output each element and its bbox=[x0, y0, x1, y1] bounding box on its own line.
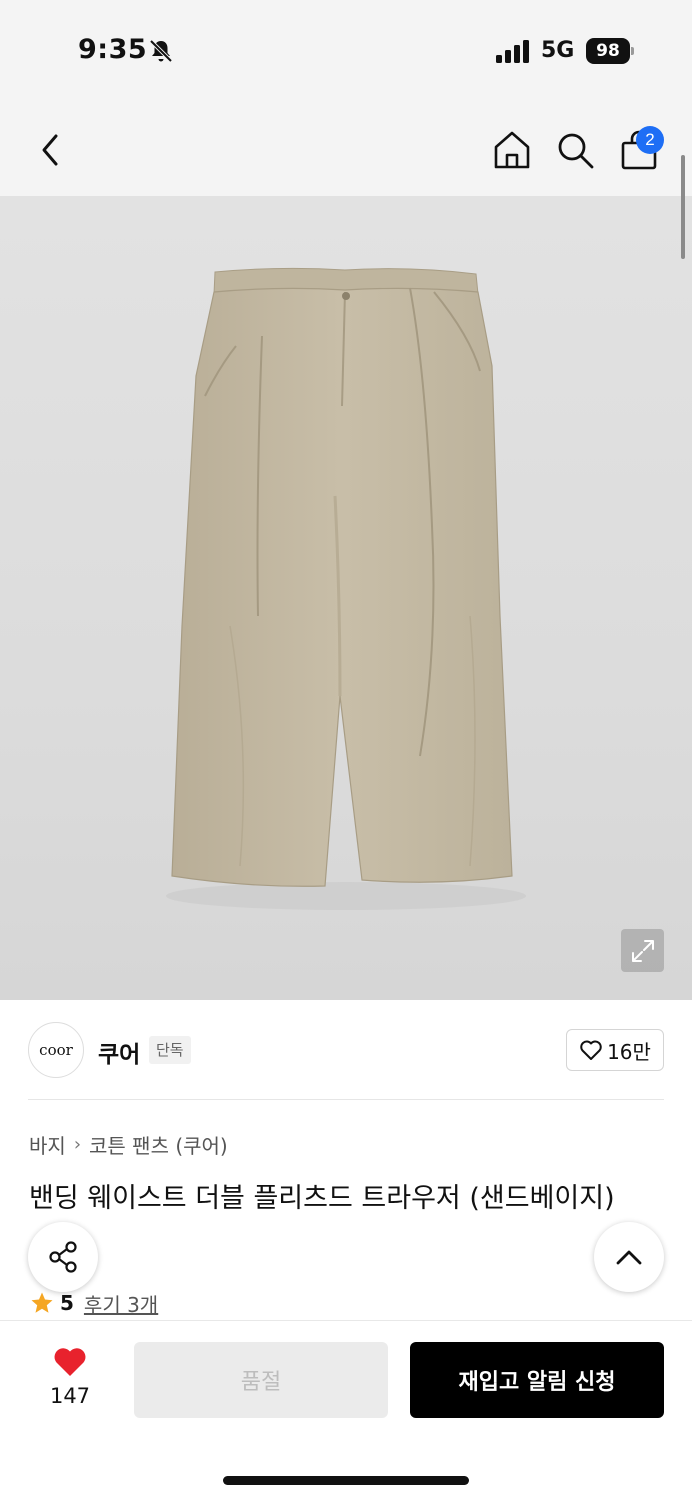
restock-alert-button[interactable]: 재입고 알림 신청 bbox=[410, 1342, 664, 1418]
brand-logo-text: coor bbox=[39, 1041, 73, 1059]
rating: 5 후기 3개 bbox=[30, 1289, 158, 1317]
search-button[interactable] bbox=[555, 128, 595, 172]
network-type: 5G bbox=[541, 38, 575, 63]
heart-outline-icon bbox=[580, 1040, 602, 1060]
rating-score: 5 bbox=[60, 1291, 74, 1315]
brand-like-button[interactable]: 16만 bbox=[566, 1029, 664, 1071]
battery-level: 98 bbox=[586, 38, 630, 64]
expand-image-button[interactable] bbox=[621, 929, 664, 972]
brand-name[interactable]: 쿠어 bbox=[98, 1035, 140, 1069]
search-icon bbox=[558, 133, 594, 169]
cart-count-badge: 2 bbox=[636, 126, 664, 154]
star-icon bbox=[31, 1292, 53, 1313]
breadcrumb-category[interactable]: 바지 bbox=[29, 1130, 66, 1159]
home-indicator[interactable] bbox=[223, 1476, 469, 1485]
scroll-to-top-button[interactable] bbox=[594, 1222, 664, 1292]
breadcrumb-subcategory[interactable]: 코튼 팬츠 (쿠어) bbox=[89, 1130, 228, 1159]
share-button[interactable] bbox=[28, 1222, 98, 1292]
chevron-right-icon: › bbox=[73, 1134, 82, 1155]
review-link[interactable]: 후기 3개 bbox=[84, 1289, 158, 1318]
home-icon bbox=[494, 131, 530, 169]
wishlist-count: 147 bbox=[49, 1384, 91, 1408]
expand-icon bbox=[631, 939, 654, 962]
signal-icon bbox=[496, 40, 529, 63]
chevron-left-icon bbox=[42, 134, 58, 166]
exclusive-tag: 단독 bbox=[149, 1036, 191, 1064]
brand-like-count: 16만 bbox=[607, 1039, 651, 1064]
product-image[interactable] bbox=[0, 196, 692, 1000]
status-bar: 9:35 5G 98 bbox=[0, 0, 692, 100]
status-time: 9:35 bbox=[78, 34, 148, 65]
heart-filled-icon bbox=[54, 1348, 86, 1376]
home-button[interactable] bbox=[492, 128, 532, 172]
divider bbox=[28, 1099, 664, 1100]
trousers-image bbox=[166, 267, 526, 910]
bell-off-icon bbox=[149, 39, 173, 63]
brand-logo[interactable]: coor bbox=[28, 1022, 84, 1078]
soldout-button[interactable]: 품절 bbox=[134, 1342, 388, 1418]
chevron-up-icon bbox=[616, 1250, 642, 1265]
breadcrumb: 바지 › 코튼 팬츠 (쿠어) bbox=[29, 1130, 228, 1159]
scrollbar-thumb[interactable] bbox=[681, 155, 685, 259]
back-button[interactable] bbox=[30, 128, 70, 172]
wishlist-button[interactable]: 147 bbox=[30, 1344, 110, 1414]
top-navigation bbox=[0, 100, 692, 196]
battery-icon: 98 bbox=[586, 38, 634, 64]
product-title: 밴딩 웨이스트 더블 플리츠드 트라우저 (샌드베이지) bbox=[29, 1183, 615, 1214]
share-icon bbox=[49, 1241, 77, 1273]
